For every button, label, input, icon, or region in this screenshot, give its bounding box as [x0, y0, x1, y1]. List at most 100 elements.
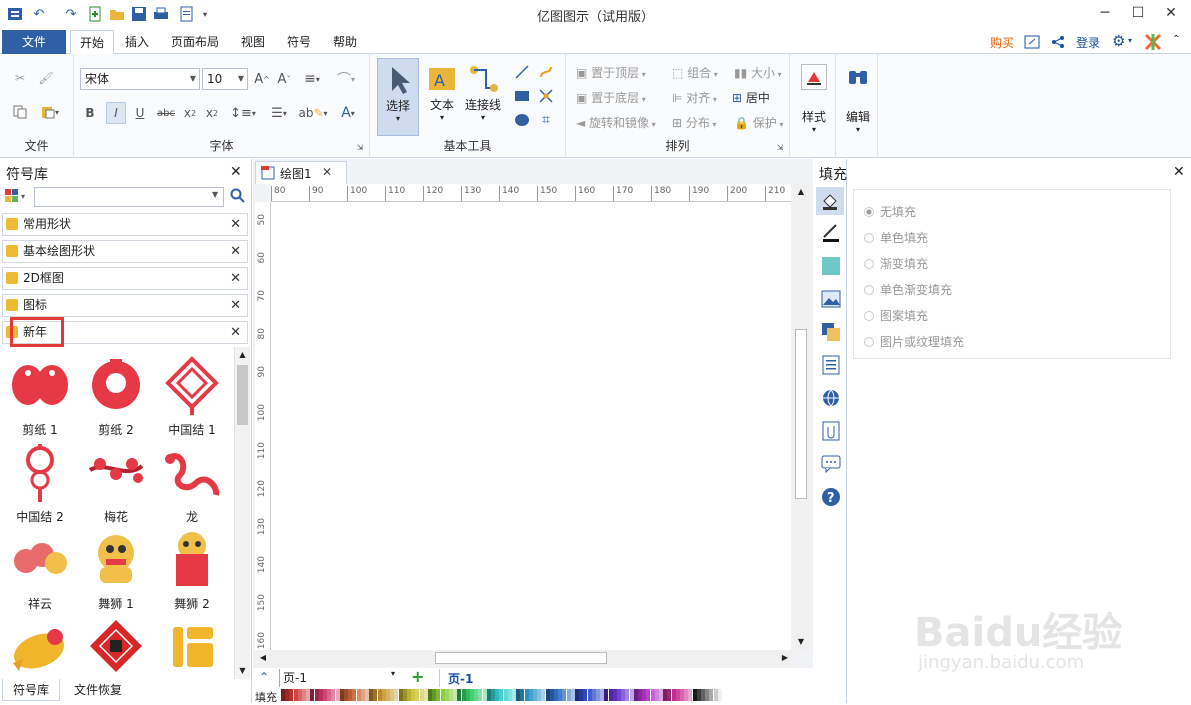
shape-papercut-1[interactable]: 剪纸 1	[4, 353, 76, 438]
fill-tool-icon[interactable]	[816, 187, 844, 215]
help-icon[interactable]: ?	[820, 486, 842, 508]
style-button[interactable]: 样式 ▾	[796, 62, 832, 152]
shape-chinese-knot-2[interactable]: 中国结 2	[4, 440, 76, 525]
highlight-color-icon[interactable]: ab ✎ ▾	[296, 102, 330, 124]
settings-dropdown-icon[interactable]: ▾	[1128, 36, 1132, 45]
comment-icon[interactable]	[820, 453, 842, 475]
close-category-icon[interactable]: ✕	[230, 322, 241, 343]
rectangle-tool-icon[interactable]	[512, 86, 532, 106]
shape-auspicious-cloud[interactable]: 祥云	[4, 527, 76, 612]
canvas-horizontal-scrollbar[interactable]: ◀ ▶	[255, 650, 793, 666]
canvas-hscroll-thumb[interactable]	[435, 652, 607, 664]
font-size-select[interactable]: 10 ▼	[202, 68, 248, 90]
layer-tool-icon[interactable]	[820, 321, 842, 343]
distribute-button[interactable]: ⊞ 分布 ▾	[672, 114, 716, 131]
library-scrollbar[interactable]: ▲ ▼	[234, 347, 250, 679]
fill-option-gradient[interactable]: 渐变填充	[864, 255, 928, 272]
close-tab-icon[interactable]: ✕	[322, 165, 332, 179]
cut-icon[interactable]: ✂	[10, 68, 30, 88]
fill-option-pattern[interactable]: 图案填充	[864, 307, 928, 324]
send-to-back-button[interactable]: ▣ 置于底层 ▾	[576, 89, 646, 106]
line-spacing-icon[interactable]: ↕≡ ▾	[228, 102, 258, 124]
tab-page-layout[interactable]: 页面布局	[162, 30, 228, 54]
close-fill-panel-icon[interactable]: ✕	[1173, 164, 1185, 180]
minimize-button[interactable]: ─	[1090, 2, 1120, 24]
add-page-icon[interactable]: +	[411, 667, 424, 686]
format-painter-icon[interactable]: 🖌	[36, 68, 56, 88]
tab-symbol-library[interactable]: 符号库	[2, 679, 61, 701]
font-family-select[interactable]: 宋体 ▼	[80, 68, 200, 90]
login-link[interactable]: 登录	[1076, 34, 1100, 51]
scroll-up-icon[interactable]: ▲	[793, 184, 809, 200]
tab-insert[interactable]: 插入	[116, 30, 158, 54]
crop-tool-icon[interactable]: ⌗	[536, 110, 556, 130]
close-button[interactable]: ✕	[1156, 2, 1186, 24]
text-tool-button[interactable]: A 文本 ▾	[422, 58, 462, 136]
rotate-mirror-button[interactable]: ◄ 旋转和镜像 ▾	[576, 114, 656, 131]
ellipse-tool-icon[interactable]	[512, 110, 532, 130]
color-swatch[interactable]	[717, 689, 722, 701]
shadow-tool-icon[interactable]	[820, 255, 842, 277]
strikethrough-icon[interactable]: abc	[154, 102, 178, 124]
shape-carp[interactable]	[4, 614, 76, 682]
file-menu[interactable]: 文件	[2, 30, 66, 54]
line-style-tool-icon[interactable]	[820, 222, 842, 244]
shape-dragon[interactable]: 龙	[156, 440, 228, 525]
collapse-ribbon-icon[interactable]: ⌃	[1172, 34, 1180, 45]
page-tab[interactable]: 页-1	[448, 670, 473, 687]
arc-tool-icon[interactable]	[536, 62, 556, 82]
close-category-icon[interactable]: ✕	[230, 214, 241, 235]
font-dialog-launcher-icon[interactable]: ⇲	[355, 142, 365, 152]
share-window-icon[interactable]	[1024, 34, 1040, 50]
image-tool-icon[interactable]	[820, 288, 842, 310]
shrink-font-icon[interactable]: Aˇ	[274, 68, 294, 90]
text-path-icon[interactable]: ⌒ ▾	[330, 68, 362, 90]
select-tool-button[interactable]: 选择 ▾	[377, 58, 419, 136]
shape-fu-gold[interactable]	[156, 614, 228, 682]
bullet-list-icon[interactable]: ☰ ▾	[264, 102, 294, 124]
search-icon[interactable]	[230, 187, 248, 207]
point-tool-icon[interactable]	[536, 86, 556, 106]
tab-help[interactable]: 帮助	[324, 30, 366, 54]
color-palette[interactable]	[281, 689, 729, 701]
library-search-input[interactable]	[34, 187, 224, 207]
close-library-icon[interactable]: ✕	[230, 164, 242, 180]
library-category-icons[interactable]: 图标 ✕	[2, 294, 248, 317]
hyperlink-globe-icon[interactable]	[820, 387, 842, 409]
share-icon[interactable]	[1050, 34, 1066, 50]
edit-button[interactable]: 编辑 ▾	[840, 62, 876, 152]
shape-plum-blossom[interactable]: 梅花	[80, 440, 152, 525]
subscript-icon[interactable]: x2	[180, 102, 200, 124]
underline-icon[interactable]: U	[130, 102, 150, 124]
page-select[interactable]: 页-1 ▾	[279, 669, 399, 687]
scroll-right-icon[interactable]: ▶	[777, 650, 793, 666]
buy-link[interactable]: 购买	[990, 34, 1014, 51]
line-tool-icon[interactable]	[512, 62, 532, 82]
library-category-2d-block[interactable]: 2D框图 ✕	[2, 267, 248, 290]
fill-option-picture-texture[interactable]: 图片或纹理填充	[864, 333, 964, 350]
fill-option-solid[interactable]: 单色填充	[864, 229, 928, 246]
copy-icon[interactable]	[10, 102, 30, 122]
library-scroll-thumb[interactable]	[237, 365, 248, 425]
scroll-down-icon[interactable]: ▼	[235, 663, 250, 679]
grow-font-icon[interactable]: A ^	[252, 68, 272, 90]
tab-home[interactable]: 开始	[70, 30, 115, 55]
drawing-page[interactable]	[271, 202, 791, 650]
page-properties-icon[interactable]	[820, 354, 842, 376]
scroll-down-icon[interactable]: ▼	[793, 634, 809, 650]
scroll-left-icon[interactable]: ◀	[255, 650, 271, 666]
align-button[interactable]: ⊫ 对齐 ▾	[672, 89, 717, 106]
shape-chinese-knot-1[interactable]: 中国结 1	[156, 353, 228, 438]
shape-lion-dance-2[interactable]: 舞狮 2	[156, 527, 228, 612]
page-bar-collapse-icon[interactable]: ⌃	[259, 670, 269, 684]
center-button[interactable]: ⊞ 居中	[732, 89, 770, 106]
canvas-vscroll-thumb[interactable]	[795, 329, 807, 499]
tab-file-recovery[interactable]: 文件恢复	[64, 679, 132, 701]
arrange-dialog-launcher-icon[interactable]: ⇲	[775, 142, 785, 152]
close-category-icon[interactable]: ✕	[230, 295, 241, 316]
scroll-up-icon[interactable]: ▲	[235, 347, 250, 363]
canvas-vertical-scrollbar[interactable]: ▲ ▼	[793, 184, 809, 650]
fill-option-single-gradient[interactable]: 单色渐变填充	[864, 281, 952, 298]
protect-button[interactable]: 🔒 保护 ▾	[734, 114, 783, 131]
italic-icon[interactable]: I	[106, 102, 126, 124]
